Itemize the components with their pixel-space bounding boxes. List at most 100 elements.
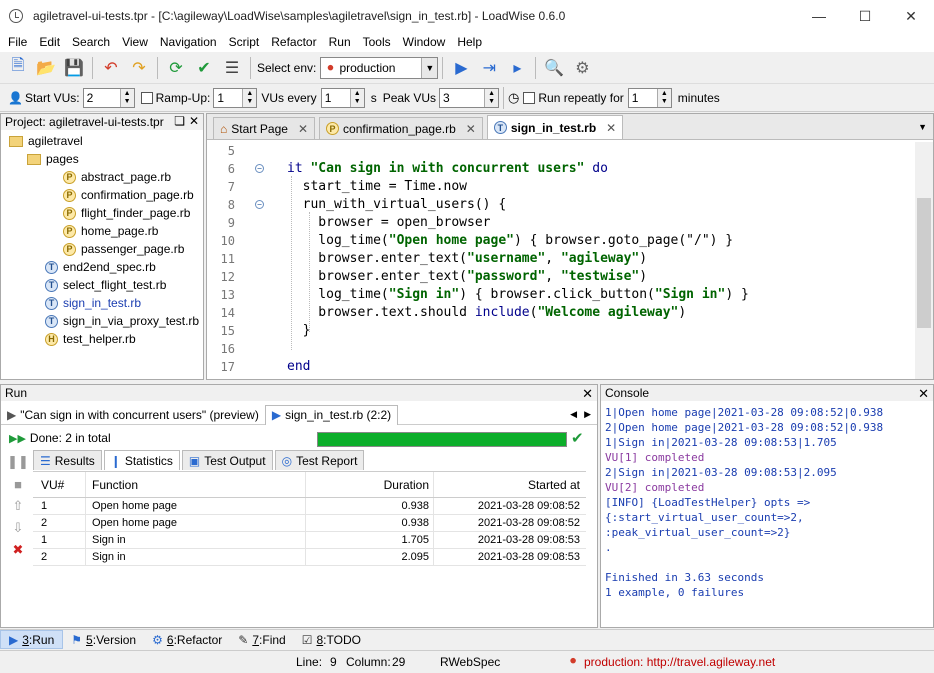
column-header[interactable]: Duration: [305, 472, 433, 497]
tree-folder-pages[interactable]: pages: [1, 150, 203, 168]
tree-helper-file[interactable]: Htest_helper.rb: [1, 330, 203, 348]
fold-icon[interactable]: −: [255, 200, 264, 209]
close-icon[interactable]: ✕: [298, 122, 308, 136]
repeat-input[interactable]: 1 ▲ ▼: [627, 87, 672, 108]
vus-every-input[interactable]: 1 ▲ ▼: [320, 87, 365, 108]
close-icon[interactable]: ✕: [918, 386, 929, 402]
tab-icon: ☑: [301, 632, 313, 647]
rampup-input[interactable]: 1 ▲ ▼: [213, 87, 258, 108]
bottom-tab-version[interactable]: ⚑ 5: Version: [63, 630, 144, 649]
env-status-icon: ⚫: [568, 654, 579, 668]
table-row[interactable]: 2 Sign in 2.095 2021-03-28 09:08:53: [33, 549, 586, 566]
tree-page-file[interactable]: Pflight_finder_page.rb: [1, 204, 203, 222]
down-icon[interactable]: ⇩: [7, 517, 29, 539]
tab-menu-icon[interactable]: ▼: [918, 122, 927, 132]
redo-icon[interactable]: ↷: [127, 56, 151, 80]
clear-icon[interactable]: ✖: [7, 539, 29, 561]
table-row[interactable]: 1 Open home page 0.938 2021-03-28 09:08:52: [33, 498, 586, 515]
start-vus-input[interactable]: 2 ▲ ▼: [82, 87, 135, 108]
bottom-tab-refactor[interactable]: ⚙ 6: Refactor: [144, 630, 230, 649]
tab-results[interactable]: ☰ Results: [33, 450, 102, 470]
editor-tab[interactable]: ⌂ Start Page ✕: [213, 117, 316, 139]
stop-icon[interactable]: ■: [7, 473, 29, 495]
run-selected-icon[interactable]: ⇥: [477, 56, 501, 80]
scrollbar-thumb[interactable]: [917, 198, 931, 328]
tab-test-report[interactable]: ◎ Test Report: [274, 450, 365, 470]
check-icon[interactable]: ✔: [192, 56, 216, 80]
run-all-icon[interactable]: ▸: [505, 56, 529, 80]
repeat-checkbox[interactable]: [523, 91, 536, 104]
close-button[interactable]: ✕: [888, 0, 934, 32]
close-icon[interactable]: ✕: [466, 122, 476, 136]
menu-help[interactable]: Help: [451, 35, 488, 49]
tab-preview[interactable]: ▶ "Can sign in with concurrent users" (pr…: [1, 405, 265, 425]
peak-vus-input[interactable]: 3 ▲ ▼: [439, 87, 500, 108]
close-icon[interactable]: ✕: [606, 121, 616, 135]
line-number: 17: [220, 360, 235, 374]
save-icon[interactable]: 💾: [62, 56, 86, 80]
tab-test-output[interactable]: ▣ Test Output: [181, 450, 273, 470]
bottom-tab-todo[interactable]: ☑ 8: TODO: [294, 630, 369, 649]
menu-search[interactable]: Search: [66, 35, 116, 49]
editor-tab[interactable]: Pconfirmation_page.rb ✕: [319, 117, 483, 139]
tree-page-file[interactable]: Ppassenger_page.rb: [1, 240, 203, 258]
tree-test-file[interactable]: Tselect_flight_test.rb: [1, 276, 203, 294]
bottom-tab-run[interactable]: ▶ 3: Run: [0, 630, 64, 649]
code-token: ) { browser.goto_page("/") }: [514, 233, 733, 248]
open-folder-icon[interactable]: 📂: [34, 56, 58, 80]
rampup-checkbox[interactable]: [140, 91, 153, 104]
code-token: "password": [467, 269, 546, 284]
tree-page-file[interactable]: Phome_page.rb: [1, 222, 203, 240]
menu-file[interactable]: File: [2, 35, 33, 49]
undo-icon[interactable]: ↶: [99, 56, 123, 80]
fold-icon[interactable]: −: [255, 164, 264, 173]
menu-view[interactable]: View: [116, 35, 154, 49]
pause-icon[interactable]: ❚❚: [7, 451, 29, 473]
tab-sign-in-run[interactable]: ▶ sign_in_test.rb (2:2): [264, 404, 399, 425]
tab-scroll-right-icon[interactable]: ▶: [584, 409, 591, 420]
maximize-button[interactable]: ☐: [842, 0, 888, 32]
restore-icon[interactable]: ❏: [174, 114, 185, 128]
column-header[interactable]: Function: [85, 472, 305, 497]
chevron-down-icon[interactable]: ▼: [421, 57, 438, 78]
tab-statistics[interactable]: ❙ Statistics: [103, 450, 180, 470]
editor-scrollbar[interactable]: [915, 142, 933, 379]
vus-every-label: VUs every: [261, 90, 317, 105]
code-area[interactable]: 5 6 7 8 9 10 11 12 13 14 15 16 17 it "Can sign in wit…: [207, 142, 915, 379]
env-select[interactable]: ⚫ production ▼: [320, 56, 439, 79]
menu-navigation[interactable]: Navigation: [154, 35, 223, 49]
table-cell: 2021-03-28 09:08:52: [433, 515, 586, 531]
tree-page-file[interactable]: Pabstract_page.rb: [1, 168, 203, 186]
column-header[interactable]: Started at: [433, 472, 586, 497]
tree-root[interactable]: agiletravel: [1, 132, 203, 150]
menu-run[interactable]: Run: [323, 35, 357, 49]
test-file-icon: T: [45, 278, 58, 292]
table-cell: Sign in: [85, 532, 305, 548]
env-status: production: http://travel.agileway.net: [584, 655, 776, 669]
minimize-button[interactable]: —: [796, 0, 842, 32]
refresh-icon[interactable]: ⟳: [164, 56, 188, 80]
table-row[interactable]: 1 Sign in 1.705 2021-03-28 09:08:53: [33, 532, 586, 549]
settings-icon[interactable]: ⚙: [570, 56, 594, 80]
run-icon[interactable]: ▶: [449, 56, 473, 80]
bottom-tab-find[interactable]: ✎ 7: Find: [230, 630, 293, 649]
table-row[interactable]: 2 Open home page 0.938 2021-03-28 09:08:52: [33, 515, 586, 532]
menu-edit[interactable]: Edit: [33, 35, 66, 49]
tab-scroll-left-icon[interactable]: ◀: [570, 409, 577, 420]
tree-test-file[interactable]: Tsign_in_via_proxy_test.rb: [1, 312, 203, 330]
tree-test-file[interactable]: Tsign_in_test.rb: [1, 294, 203, 312]
menu-refactor[interactable]: Refactor: [265, 35, 322, 49]
menu-script[interactable]: Script: [223, 35, 266, 49]
menu-tools[interactable]: Tools: [357, 35, 397, 49]
close-icon[interactable]: ✕: [189, 114, 199, 128]
column-header[interactable]: VU#: [33, 478, 85, 492]
editor-tab[interactable]: Tsign_in_test.rb ✕: [486, 115, 624, 139]
inspect-icon[interactable]: 🔍: [542, 56, 566, 80]
list-icon[interactable]: ☰: [220, 56, 244, 80]
close-icon[interactable]: ✕: [582, 386, 593, 402]
up-icon[interactable]: ⇧: [7, 495, 29, 517]
tree-test-file[interactable]: Tend2end_spec.rb: [1, 258, 203, 276]
new-file-icon[interactable]: 🗎: [6, 56, 30, 80]
tree-page-file[interactable]: Pconfirmation_page.rb: [1, 186, 203, 204]
menu-window[interactable]: Window: [397, 35, 452, 49]
